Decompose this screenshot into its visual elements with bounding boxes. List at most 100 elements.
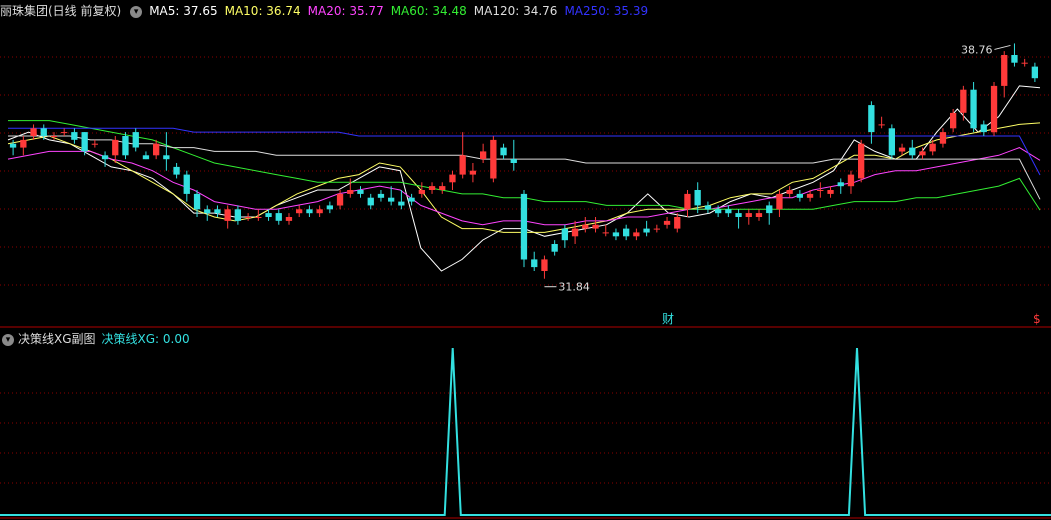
candle-body [459,155,466,175]
candle-body [193,193,201,210]
candle-body [245,217,252,218]
candle-body [663,220,671,225]
high-pointer [994,44,1011,50]
candle-body [592,224,599,229]
candle-body [582,224,589,229]
candle-body [837,182,844,187]
candle-body [847,174,855,187]
candle-body [786,190,793,194]
candle-body [1001,55,1008,86]
candle-body [827,190,834,194]
candle-body [745,213,752,217]
candle-body [439,186,446,190]
candle-body [725,209,732,214]
candle-body [388,197,395,202]
candle-body [674,217,681,229]
candle-body [888,128,895,156]
candle-body [122,136,129,156]
ma-line-ma250 [8,127,1041,176]
candle-body [766,205,773,214]
candle-body [571,228,579,237]
candle-body [214,209,221,214]
candle-body [684,193,691,210]
candle-body [715,209,722,214]
candle-body [612,232,620,237]
candle-body [929,143,936,152]
candle-body [285,217,293,221]
candle-body [296,209,303,214]
candle-body [101,155,109,160]
ma-line-ma120 [8,135,1041,200]
candle-body [428,186,436,190]
candle-body [806,193,814,198]
candle-body [112,139,119,156]
candle-body [81,132,88,152]
candle-body [817,190,824,191]
candle-body [50,136,58,137]
candle-body [960,89,967,113]
candle-body [776,193,783,210]
candle-body [449,174,456,183]
candle-body [275,213,282,221]
candle-body [1021,62,1028,64]
candle-body [950,112,957,129]
candle-body [336,193,344,206]
candle-body [398,201,405,206]
candle-body [71,132,78,140]
candle-body [316,209,323,214]
candle-body [183,174,190,194]
candle-body [132,132,139,148]
candle-body [30,128,37,136]
candle-body [919,151,926,156]
candle-body [20,139,27,148]
candle-body [551,244,558,252]
candle-body [633,232,640,237]
candle-body [990,85,998,133]
candle-body [418,190,425,194]
candle-body [142,155,150,160]
candle-body [858,143,865,179]
candle-body [643,228,650,233]
candle-body [694,190,701,206]
candle-body [357,190,364,194]
candle-body [40,128,47,136]
candle-body [898,147,906,152]
candle-body [490,139,497,179]
candle-body [1011,55,1018,63]
candle-body [704,205,712,210]
candle-body [9,143,17,148]
candle-body [796,193,803,198]
candle-body [510,159,517,163]
candle-body [163,155,170,160]
candle-body [91,143,98,145]
candle-body [61,132,68,134]
candle-body [408,197,415,202]
candle-body [623,228,630,237]
low-price-label: 31.84 [558,281,590,294]
candle-body [306,209,313,214]
candle-body [377,193,385,198]
candle-body [173,166,180,175]
candle-body [469,170,476,175]
candle-body [153,143,160,156]
high-price-label: 38.76 [961,43,993,56]
xg-signal-line [0,347,1051,516]
candle-body [980,124,987,133]
candle-body [755,213,763,217]
candle-body [500,147,507,156]
candle-body [204,209,211,214]
split-marker: $ [1033,312,1041,326]
candle-body [520,193,528,260]
candle-body [367,197,374,206]
candle-body [868,105,875,133]
candle-body [480,151,487,160]
kline-chart[interactable]: 38.76 31.84 财 $ [0,0,1051,520]
candle-body [939,132,947,144]
candle-body [234,209,241,221]
candle-body [224,209,231,221]
candle-body [653,228,660,230]
candle-body [541,259,548,271]
candle-body [531,259,538,268]
candle-body [602,232,609,234]
candle-body [561,228,568,241]
